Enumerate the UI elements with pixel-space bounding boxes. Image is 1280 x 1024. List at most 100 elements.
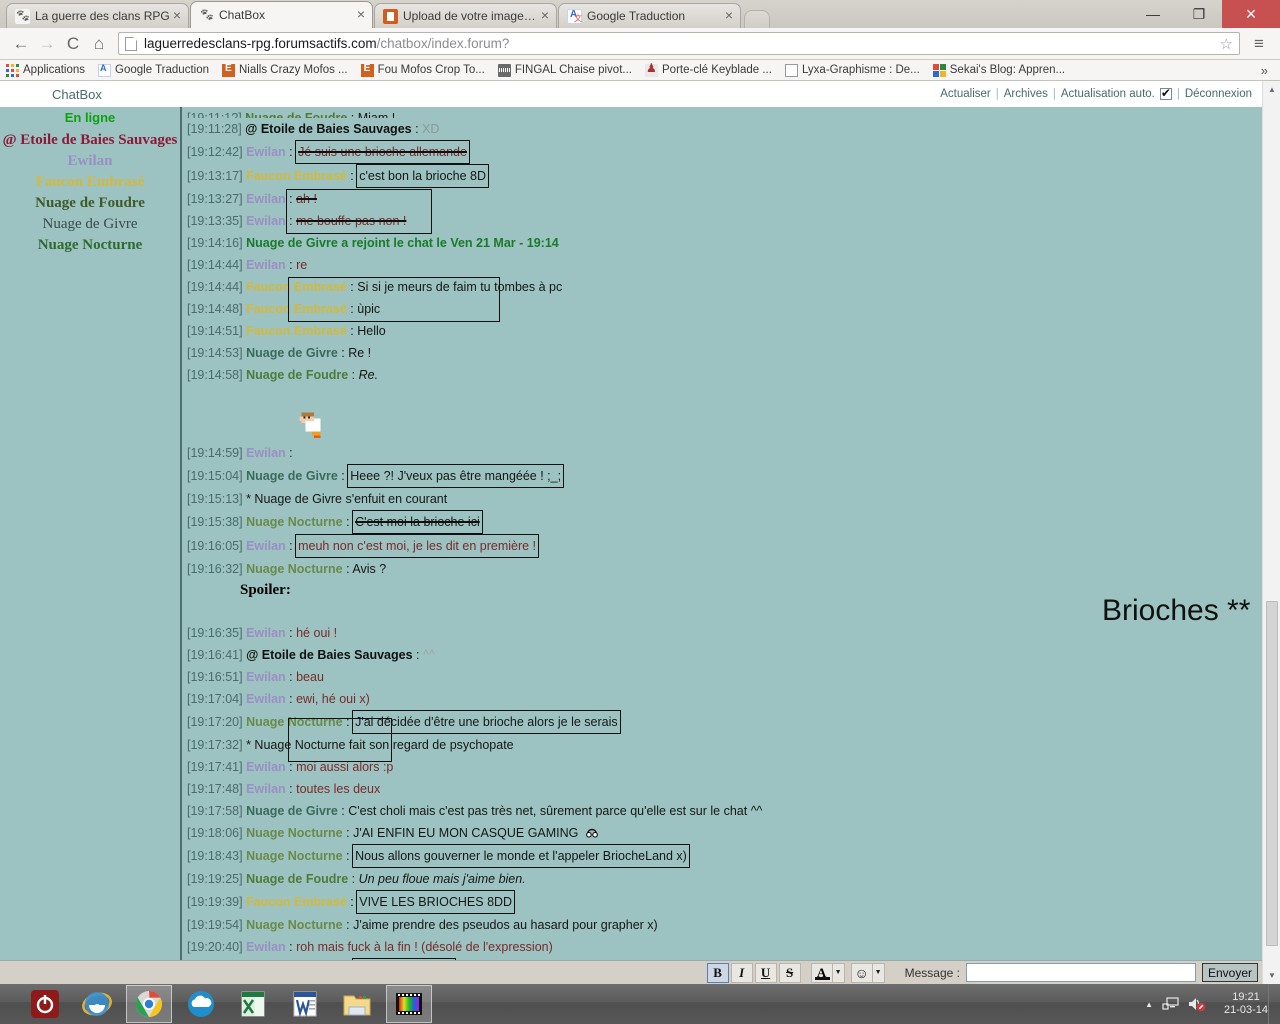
message-text: Re ! xyxy=(348,346,372,360)
navigation-toolbar: ← → C ⌂ laguerredesclans-rpg.forumsactif… xyxy=(0,28,1280,60)
logout-link[interactable]: Déconnexion xyxy=(1185,88,1252,100)
keychain-icon xyxy=(645,61,658,77)
message-timestamp: [19:19:54] xyxy=(187,918,243,932)
minimize-button[interactable]: — xyxy=(1130,0,1176,28)
shutdown-icon[interactable] xyxy=(22,985,68,1023)
show-desktop-button[interactable] xyxy=(1268,984,1276,1024)
restore-button[interactable]: ❐ xyxy=(1176,0,1222,28)
message-timestamp: [19:17:48] xyxy=(187,782,243,796)
chat-message: [19:16:51] Ewilan : beau xyxy=(185,666,1262,688)
auto-refresh-link[interactable]: Actualisation auto. xyxy=(1061,88,1155,100)
bookmark-fou-mofos[interactable]: Fou Mofos Crop To... xyxy=(360,63,485,77)
back-icon[interactable]: ← xyxy=(8,31,34,57)
chat-message-list[interactable]: [19:11:1?] Nuage de Foudre : Miam ! [19:… xyxy=(180,107,1262,960)
scroll-down-icon[interactable]: ▼ xyxy=(1263,967,1280,984)
auto-refresh-checkbox[interactable] xyxy=(1159,86,1172,100)
internet-explorer-icon[interactable]: e xyxy=(74,985,120,1023)
tab-close-icon[interactable] xyxy=(170,9,184,23)
scroll-up-icon[interactable]: ▲ xyxy=(1263,81,1280,98)
smiley-button[interactable]: ☺ xyxy=(850,962,873,983)
message-timestamp: [19:15:13] xyxy=(187,492,243,506)
page-scrollbar[interactable]: ▲ ▼ xyxy=(1262,81,1280,984)
message-timestamp: [19:15:04] xyxy=(187,469,243,483)
forward-icon[interactable]: → xyxy=(34,31,60,57)
bookmarks-overflow-icon[interactable]: » xyxy=(1261,63,1268,78)
message-timestamp: [19:14:51] xyxy=(187,324,243,338)
message-separator: : xyxy=(346,324,358,338)
reload-icon[interactable]: C xyxy=(60,31,86,57)
message-separator: : xyxy=(285,760,297,774)
italic-button[interactable]: I xyxy=(730,962,753,983)
network-icon[interactable] xyxy=(1162,996,1179,1012)
address-bar[interactable]: laguerredesclans-rpg.forumsactifs.com/ch… xyxy=(118,32,1240,55)
underline-button[interactable]: U xyxy=(754,962,777,983)
bookmark-label: Fou Mofos Crop To... xyxy=(377,64,485,76)
orange-icon xyxy=(383,8,398,24)
bookmark-google-traduction[interactable]: Google Traduction xyxy=(98,63,209,77)
member-nuage-de-foudre[interactable]: Nuage de Foudre xyxy=(0,193,180,214)
message-timestamp: [19:14:44] xyxy=(187,280,243,294)
message-separator: : xyxy=(285,626,297,640)
paw-icon xyxy=(15,8,30,24)
tab-close-icon[interactable] xyxy=(722,9,736,23)
file-explorer-icon[interactable] xyxy=(334,985,380,1023)
excel-icon[interactable] xyxy=(230,985,276,1023)
taskbar-clock[interactable]: 19:21 21-03-14 xyxy=(1216,991,1276,1017)
spoiler-label[interactable]: Spoiler: xyxy=(185,580,1262,600)
text-color-button[interactable]: A xyxy=(810,962,833,983)
bookmark-applications[interactable]: Applications xyxy=(6,63,85,77)
bookmark-star-icon[interactable]: ☆ xyxy=(1220,35,1233,53)
new-tab-button[interactable] xyxy=(744,10,770,28)
smiley-chevron-down-icon[interactable]: ▼ xyxy=(872,962,885,983)
home-icon[interactable]: ⌂ xyxy=(86,31,112,57)
browser-tab-3[interactable]: Google Traduction xyxy=(558,3,741,28)
skydrive-icon[interactable] xyxy=(178,985,224,1023)
browser-tab-1[interactable]: ChatBox xyxy=(190,1,373,28)
image-viewer-icon[interactable] xyxy=(386,985,432,1023)
member-etoile-de-baies-sauvages[interactable]: @ Etoile de Baies Sauvages xyxy=(0,130,180,151)
bookmark-sekai[interactable]: Sekai's Blog: Appren... xyxy=(932,63,1065,77)
bookmark-label: FINGAL Chaise pivot... xyxy=(514,64,632,76)
message-author: Nuage Nocturne xyxy=(246,849,343,863)
close-button[interactable]: × xyxy=(1222,0,1280,28)
message-author: @ Etoile de Baies Sauvages xyxy=(246,648,413,662)
message-author: Ewilan xyxy=(246,446,286,460)
archives-link[interactable]: Archives xyxy=(1004,88,1048,100)
bold-button[interactable]: B xyxy=(706,962,729,983)
send-button[interactable]: Envoyer xyxy=(1201,963,1258,982)
bookmark-lyxa[interactable]: Lyxa-Graphisme : De... xyxy=(784,63,920,77)
refresh-link[interactable]: Actualiser xyxy=(940,88,991,100)
text-color-chevron-down-icon[interactable]: ▼ xyxy=(832,962,845,983)
flying-person-emoticon xyxy=(299,412,321,438)
member-faucon-embrase[interactable]: Faucon Embrasé xyxy=(0,172,180,193)
tab-close-icon[interactable] xyxy=(538,9,552,23)
message-author: Ewilan xyxy=(246,258,286,272)
message-timestamp: [19:20:40] xyxy=(187,940,243,954)
volume-muted-icon[interactable] xyxy=(1188,996,1207,1012)
message-input[interactable] xyxy=(965,963,1196,982)
browser-tab-0[interactable]: La guerre des clans RPG xyxy=(6,3,189,28)
bookmark-porte-cle[interactable]: Porte-clé Keyblade ... xyxy=(645,61,772,77)
member-ewilan[interactable]: Ewilan xyxy=(0,151,180,172)
member-nuage-de-givre[interactable]: Nuage de Givre xyxy=(0,214,180,235)
tab-close-icon[interactable] xyxy=(354,8,368,22)
chat-action-message: [19:15:13] * Nuage de Givre s'enfuit en … xyxy=(185,488,1262,510)
tray-overflow-icon[interactable]: ▲ xyxy=(1145,1000,1153,1009)
bookmark-label: Lyxa-Graphisme : De... xyxy=(801,64,920,76)
message-text: Hello xyxy=(357,324,386,338)
windows-taskbar: e ▲ 19:21 21-03-14 xyxy=(0,984,1280,1024)
message-author: Ewilan xyxy=(246,539,286,553)
svg-text:e: e xyxy=(93,999,100,1015)
bookmark-nialls[interactable]: Nialls Crazy Mofos ... xyxy=(222,63,348,77)
member-nuage-nocturne[interactable]: Nuage Nocturne xyxy=(0,235,180,256)
chrome-menu-icon[interactable]: ≡ xyxy=(1246,31,1272,57)
message-timestamp: [19:14:58] xyxy=(187,368,243,382)
scrollbar-thumb[interactable] xyxy=(1266,601,1278,946)
bookmark-fingal[interactable]: FINGAL Chaise pivot... xyxy=(497,63,632,77)
message-author: Nuage de Givre xyxy=(246,346,338,360)
word-icon[interactable] xyxy=(282,985,328,1023)
message-text: Nuage de Givre a rejoint le chat le Ven … xyxy=(246,236,559,250)
browser-tab-2[interactable]: Upload de votre image - H xyxy=(374,3,557,28)
strikethrough-button[interactable]: S xyxy=(778,962,801,983)
google-chrome-icon[interactable] xyxy=(126,985,172,1023)
